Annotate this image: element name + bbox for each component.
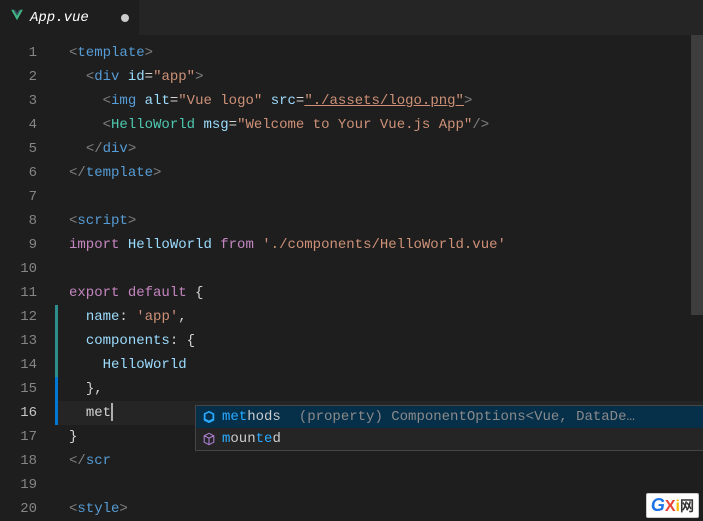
editor-pane: 1 2 3 4 5 6 7 8 9 10 11 12 13 14 15 16 1… bbox=[0, 35, 703, 520]
line-number: 9 bbox=[0, 233, 55, 257]
line-number: 16 bbox=[0, 401, 55, 425]
suggestion-detail: (property) ComponentOptions<Vue, DataDe… bbox=[299, 409, 700, 425]
code-line: <script> bbox=[55, 209, 703, 233]
code-line: name: 'app', bbox=[55, 305, 703, 329]
code-line: </scr bbox=[55, 449, 703, 473]
code-area[interactable]: <template> <div id="app"> <img alt="Vue … bbox=[55, 35, 703, 520]
line-number: 5 bbox=[0, 137, 55, 161]
line-number: 14 bbox=[0, 353, 55, 377]
code-line: <HelloWorld msg="Welcome to Your Vue.js … bbox=[55, 113, 703, 137]
line-number: 10 bbox=[0, 257, 55, 281]
line-number-gutter: 1 2 3 4 5 6 7 8 9 10 11 12 13 14 15 16 1… bbox=[0, 35, 55, 520]
code-line bbox=[55, 185, 703, 209]
code-line: import HelloWorld from './components/Hel… bbox=[55, 233, 703, 257]
text-cursor bbox=[111, 403, 113, 421]
editor-tab[interactable]: App.vue bbox=[0, 0, 140, 35]
code-line: <img alt="Vue logo" src="./assets/logo.p… bbox=[55, 89, 703, 113]
line-number: 2 bbox=[0, 65, 55, 89]
code-line: <style> bbox=[55, 497, 703, 521]
code-line bbox=[55, 473, 703, 497]
suggestion-item[interactable]: methods (property) ComponentOptions<Vue,… bbox=[196, 406, 703, 428]
line-number: 15 bbox=[0, 377, 55, 401]
line-number: 4 bbox=[0, 113, 55, 137]
line-number: 8 bbox=[0, 209, 55, 233]
code-line: </template> bbox=[55, 161, 703, 185]
cube-icon bbox=[202, 410, 216, 424]
code-line: export default { bbox=[55, 281, 703, 305]
suggestion-item[interactable]: mounted bbox=[196, 428, 703, 450]
line-number: 3 bbox=[0, 89, 55, 113]
code-line: }, bbox=[55, 377, 703, 401]
line-number: 18 bbox=[0, 449, 55, 473]
line-number: 11 bbox=[0, 281, 55, 305]
suggestion-label: methods bbox=[222, 409, 281, 425]
line-number: 7 bbox=[0, 185, 55, 209]
suggestion-label: mounted bbox=[222, 431, 281, 447]
code-line: <div id="app"> bbox=[55, 65, 703, 89]
line-number: 6 bbox=[0, 161, 55, 185]
code-line: components: { bbox=[55, 329, 703, 353]
cube-outline-icon bbox=[202, 432, 216, 446]
line-number: 13 bbox=[0, 329, 55, 353]
site-watermark: GXi网 bbox=[646, 493, 699, 518]
code-line bbox=[55, 257, 703, 281]
autocomplete-popup: methods (property) ComponentOptions<Vue,… bbox=[195, 405, 703, 451]
line-number: 17 bbox=[0, 425, 55, 449]
scrollbar-thumb[interactable] bbox=[691, 35, 703, 315]
line-number: 1 bbox=[0, 41, 55, 65]
code-line: HelloWorld bbox=[55, 353, 703, 377]
line-number: 20 bbox=[0, 497, 55, 521]
tab-bar: App.vue bbox=[0, 0, 703, 35]
tab-modified-indicator bbox=[121, 14, 129, 22]
tab-label: App.vue bbox=[30, 10, 89, 26]
line-number: 19 bbox=[0, 473, 55, 497]
vue-file-icon bbox=[10, 8, 24, 27]
line-number: 12 bbox=[0, 305, 55, 329]
code-line: </div> bbox=[55, 137, 703, 161]
code-line: <template> bbox=[55, 41, 703, 65]
